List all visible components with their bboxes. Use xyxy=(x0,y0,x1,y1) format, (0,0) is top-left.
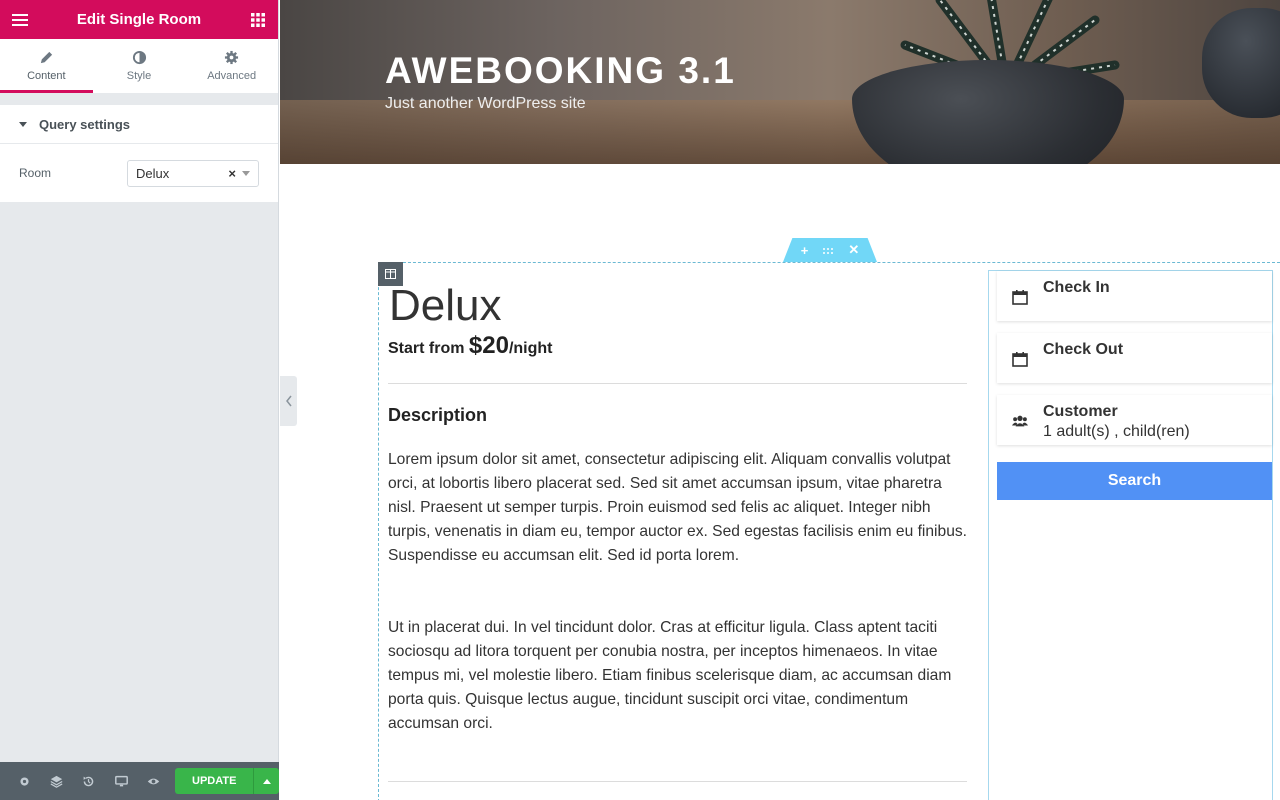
preview-eye-icon[interactable] xyxy=(138,762,170,800)
editor-panel: Edit Single Room Content Style Advanced … xyxy=(0,0,279,800)
responsive-desktop-icon[interactable] xyxy=(105,762,137,800)
dropdown-arrow-icon[interactable] xyxy=(242,170,250,176)
room-select-value: Delux xyxy=(136,165,170,181)
panel-title: Edit Single Room xyxy=(76,11,202,28)
navigator-layers-icon[interactable] xyxy=(40,762,72,800)
room-label: Room xyxy=(19,166,52,180)
room-control: Room Delux × xyxy=(0,144,278,202)
collapse-panel-button[interactable] xyxy=(280,376,297,426)
pencil-icon xyxy=(40,51,52,64)
tab-content[interactable]: Content xyxy=(0,39,93,93)
widgets-grid-icon[interactable] xyxy=(250,12,266,28)
tab-style[interactable]: Style xyxy=(93,39,186,93)
panel-tabs: Content Style Advanced xyxy=(0,39,278,94)
update-button[interactable]: UPDATE xyxy=(174,768,254,794)
query-settings-section[interactable]: Query settings xyxy=(0,105,278,144)
chevron-left-icon xyxy=(285,395,292,407)
search-button[interactable]: Search xyxy=(997,462,1272,500)
site-tagline: Just another WordPress site xyxy=(385,95,586,112)
panel-header: Edit Single Room xyxy=(0,0,278,39)
price-amount: $20 xyxy=(468,332,509,359)
customer-label: Customer xyxy=(1043,403,1118,420)
column-icon xyxy=(385,269,396,279)
settings-icon[interactable] xyxy=(8,762,40,800)
history-icon[interactable] xyxy=(73,762,105,800)
site-header-banner: AWEBOOKING 3.1 Just another WordPress si… xyxy=(280,0,1280,164)
room-price: Start from $20/night xyxy=(388,332,553,360)
description-heading: Description xyxy=(388,405,488,425)
users-icon xyxy=(1012,415,1028,427)
caret-up-icon xyxy=(262,778,271,784)
background-pot-image xyxy=(1202,8,1280,118)
tab-style-label: Style xyxy=(126,70,152,82)
plant-pot-image xyxy=(852,60,1124,164)
section-title: Query settings xyxy=(39,116,131,132)
panel-footer: UPDATE xyxy=(0,762,279,800)
divider xyxy=(388,383,967,384)
check-in-label: Check In xyxy=(1043,279,1110,296)
divider xyxy=(388,781,967,782)
tab-advanced-label: Advanced xyxy=(207,70,257,82)
tab-advanced[interactable]: Advanced xyxy=(185,39,278,93)
delete-section-icon[interactable]: ✕ xyxy=(848,242,859,258)
caret-down-icon xyxy=(19,121,27,127)
price-suffix: /night xyxy=(508,340,553,357)
section-toolbar: + ✕ xyxy=(783,238,877,262)
room-name-heading: Delux xyxy=(389,281,502,330)
add-section-icon[interactable]: + xyxy=(801,243,809,258)
site-title[interactable]: AWEBOOKING 3.1 xyxy=(385,50,736,92)
customer-value: 1 adult(s) , child(ren) xyxy=(1043,423,1190,440)
panel-gap xyxy=(0,94,278,105)
room-select[interactable]: Delux × xyxy=(127,159,259,187)
check-in-field[interactable]: Check In xyxy=(997,271,1272,321)
calendar-icon xyxy=(1012,352,1028,367)
gear-icon xyxy=(225,50,239,65)
tab-content-label: Content xyxy=(27,70,66,82)
check-out-field[interactable]: Check Out xyxy=(997,333,1272,383)
calendar-icon xyxy=(1012,290,1028,305)
description-paragraph: Ut in placerat dui. In vel tincidunt dol… xyxy=(388,619,952,732)
check-out-label: Check Out xyxy=(1043,341,1124,358)
customer-field[interactable]: Customer 1 adult(s) , child(ren) xyxy=(997,395,1272,445)
clear-selection-icon[interactable]: × xyxy=(228,166,236,181)
save-options-button[interactable] xyxy=(253,768,279,794)
price-prefix: Start from xyxy=(388,340,469,357)
menu-icon[interactable] xyxy=(12,12,28,28)
drag-handle-icon[interactable] xyxy=(822,243,834,258)
description-paragraph: Lorem ipsum dolor sit amet, consectetur … xyxy=(388,451,967,564)
contrast-icon xyxy=(132,50,146,65)
